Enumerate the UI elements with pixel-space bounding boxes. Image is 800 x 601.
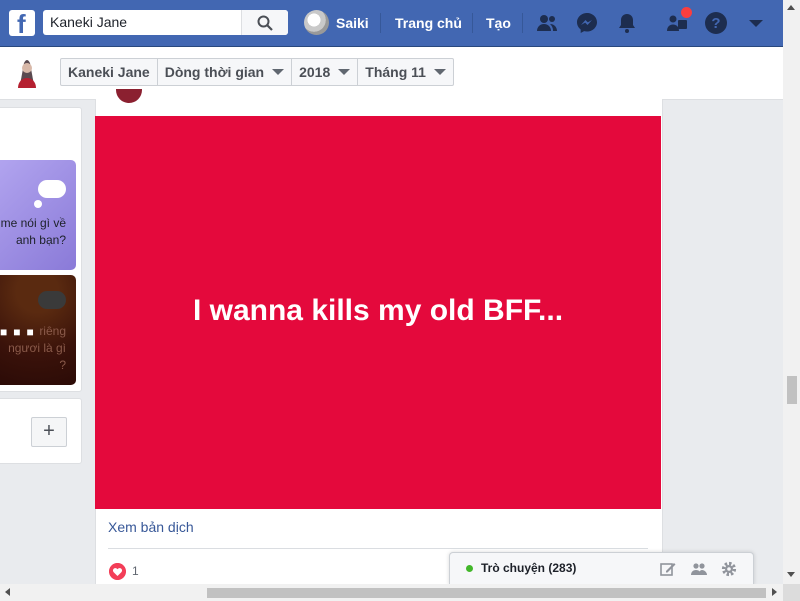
svg-text:?: ? <box>711 15 720 32</box>
nav-divider <box>380 13 381 33</box>
question-card-text: me nói gì về anh bạn? <box>0 216 66 247</box>
search-button[interactable] <box>241 10 288 35</box>
chat-sidebar-bar[interactable]: Trò chuyện (283) <box>449 552 754 585</box>
crumb-profile-name[interactable]: Kaneki Jane <box>61 59 158 85</box>
nav-divider <box>472 13 473 33</box>
new-group-icon[interactable] <box>690 560 708 578</box>
search-input[interactable]: Kaneki Jane <box>50 14 127 30</box>
compose-new-message-icon[interactable] <box>659 560 677 578</box>
facebook-logo-icon[interactable]: f <box>9 10 35 37</box>
horizontal-scrollbar[interactable] <box>0 584 783 601</box>
chat-label: Trò chuyện (283) <box>481 561 577 575</box>
scroll-right-arrow-icon[interactable] <box>772 588 777 596</box>
help-icon[interactable]: ? <box>704 11 728 35</box>
friend-requests-icon[interactable] <box>535 11 559 35</box>
messenger-icon[interactable] <box>575 11 599 35</box>
thought-bubble-icon <box>38 291 66 309</box>
horizontal-scroll-thumb[interactable] <box>207 588 766 598</box>
see-translation-link[interactable]: Xem bản dịch <box>108 519 194 535</box>
crumb-year-dropdown[interactable]: 2018 <box>292 59 359 85</box>
post-colored-background: I wanna kills my old BFF... <box>95 116 661 509</box>
notification-badge <box>680 6 693 19</box>
crumb-label: 2018 <box>299 64 331 80</box>
question-card-text: riêng ngươi là gì ? <box>8 324 66 372</box>
online-status-dot <box>466 565 473 572</box>
crumb-month-dropdown[interactable]: Tháng 11 <box>358 59 453 85</box>
caret-down-icon <box>272 69 285 75</box>
nav-divider <box>522 13 523 33</box>
notifications-bell-icon[interactable] <box>615 11 639 35</box>
scroll-up-arrow-icon[interactable] <box>787 5 795 10</box>
add-button[interactable]: + <box>31 417 67 447</box>
left-sidebar-card-2: + <box>0 398 82 464</box>
account-menu-chevron-down-icon[interactable] <box>744 11 768 35</box>
create-link[interactable]: Tạo <box>486 15 511 31</box>
chat-settings-gear-icon[interactable] <box>720 560 738 578</box>
post-text: I wanna kills my old BFF... <box>192 294 564 327</box>
profile-link[interactable]: Saiki <box>336 15 369 31</box>
scrollbar-corner <box>783 584 800 601</box>
question-card-2[interactable]: ■■■ riêng ngươi là gì ? <box>0 275 76 385</box>
home-link[interactable]: Trang chủ <box>395 15 462 31</box>
love-reaction-icon[interactable] <box>109 563 126 580</box>
crumb-label: Dòng thời gian <box>164 64 265 80</box>
scroll-down-arrow-icon[interactable] <box>787 572 795 577</box>
search-icon <box>257 15 273 31</box>
reaction-count[interactable]: 1 <box>132 564 139 578</box>
timeline-breadcrumb: Kaneki Jane Dòng thời gian 2018 Tháng 11 <box>60 58 454 86</box>
vertical-scrollbar[interactable] <box>783 0 800 584</box>
profile-picture-avatar[interactable] <box>10 55 44 89</box>
crumb-label: Kaneki Jane <box>68 64 150 80</box>
user-avatar[interactable] <box>304 10 329 35</box>
crumb-label: Tháng 11 <box>365 64 426 80</box>
crumb-timeline-dropdown[interactable]: Dòng thời gian <box>158 59 293 85</box>
top-navigation-bar: f Kaneki Jane Saiki Trang chủ Tạo ? <box>0 0 783 47</box>
caret-down-icon <box>433 69 446 75</box>
post-author-avatar[interactable] <box>116 89 142 103</box>
caret-down-icon <box>338 69 351 75</box>
vertical-scroll-thumb[interactable] <box>787 376 797 404</box>
question-card-1[interactable]: me nói gì về anh bạn? <box>0 160 76 270</box>
thought-bubble-icon <box>38 180 66 198</box>
post-divider <box>108 548 648 549</box>
thought-bubble-icon <box>34 200 42 208</box>
search-box[interactable]: Kaneki Jane <box>43 10 288 35</box>
scroll-left-arrow-icon[interactable] <box>5 588 10 596</box>
